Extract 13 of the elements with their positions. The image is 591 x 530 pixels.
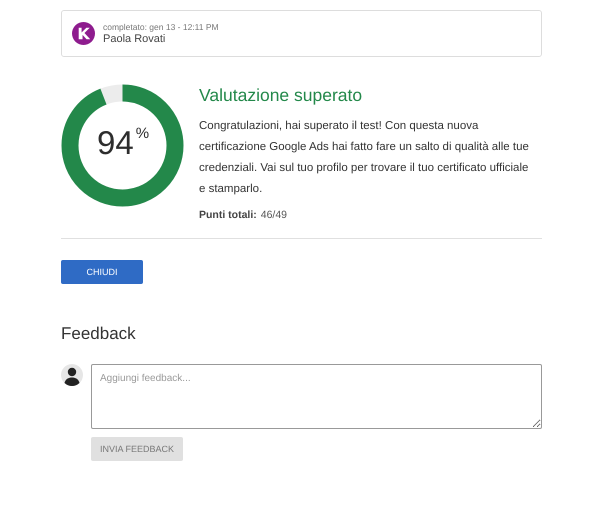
points-value: 46/49 — [260, 209, 288, 221]
feedback-heading: Feedback — [61, 324, 137, 344]
score-value: 94 — [97, 126, 134, 159]
result-message: Congratulazioni, hai superato il test! Con questa nuova certificazione Google Ads hai fatto fare un salto di qualità alle tue credenziali. Vai sul tuo profilo per trovare il tuo certificato ufficiale e stamparlo. — [199, 119, 530, 197]
score-unit: % — [136, 125, 150, 142]
user-avatar-icon — [61, 364, 83, 386]
feedback-field[interactable]: Aggiungi feedback... — [91, 364, 542, 429]
avatar-logo-icon — [72, 22, 95, 45]
points-label: Punti totali: — [199, 209, 257, 221]
completion-date: completato: gen 13 - 12:11 PM — [103, 22, 219, 32]
user-name: Paola Rovati — [103, 33, 166, 45]
result-title: Valutazione superato — [199, 85, 364, 106]
close-button[interactable]: CHIUDI — [61, 260, 143, 284]
